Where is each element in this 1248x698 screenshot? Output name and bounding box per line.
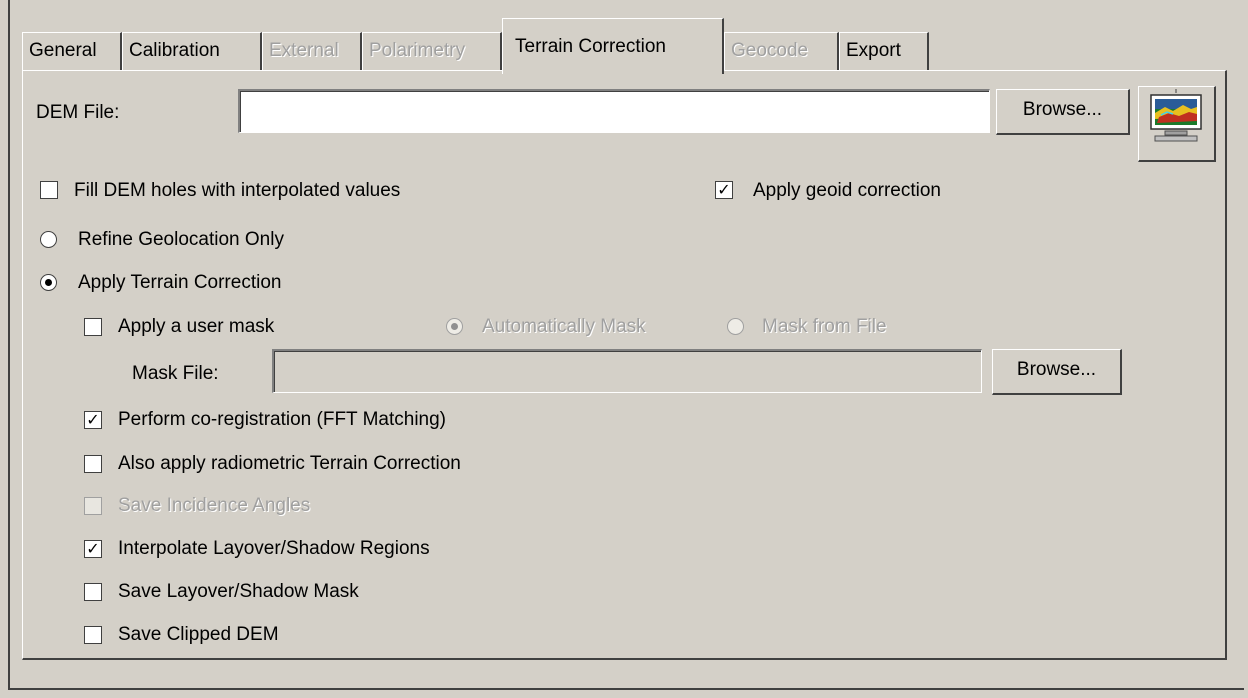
refine-geolocation-label: Refine Geolocation Only	[78, 229, 284, 250]
save-clipped-label: Save Clipped DEM	[118, 624, 279, 645]
incidence-label: Save Incidence Angles	[118, 495, 311, 516]
tab-general[interactable]: General	[22, 32, 122, 70]
dem-browse-button[interactable]: Browse...	[996, 89, 1130, 135]
radiometric-label: Also apply radiometric Terrain Correctio…	[118, 453, 461, 474]
save-layover-checkbox[interactable]	[84, 583, 102, 601]
mask-from-file-radio	[727, 318, 744, 335]
mask-from-file-label: Mask from File	[762, 316, 887, 337]
tab-external: External	[262, 32, 362, 70]
mask-file-label: Mask File:	[132, 363, 219, 384]
apply-terrain-radio[interactable]	[40, 274, 57, 291]
dem-file-input[interactable]	[238, 89, 990, 133]
user-mask-checkbox[interactable]	[84, 318, 102, 336]
user-mask-label: Apply a user mask	[118, 316, 275, 337]
save-clipped-checkbox[interactable]	[84, 626, 102, 644]
refine-geolocation-radio[interactable]	[40, 231, 57, 248]
tab-polarimetry: Polarimetry	[362, 32, 502, 70]
radiometric-checkbox[interactable]	[84, 455, 102, 473]
coregistration-label: Perform co-registration (FFT Matching)	[118, 409, 447, 430]
interpolate-layover-checkbox[interactable]: ✓	[84, 540, 102, 558]
apply-terrain-label: Apply Terrain Correction	[78, 272, 282, 293]
dem-preview-button[interactable]	[1138, 86, 1216, 162]
dem-image-icon	[1150, 89, 1202, 142]
tab-terrain-correction[interactable]: Terrain Correction	[502, 18, 724, 74]
fill-holes-label: Fill DEM holes with interpolated values	[74, 180, 401, 201]
incidence-checkbox	[84, 497, 102, 515]
tab-export[interactable]: Export	[839, 32, 929, 70]
mask-file-input	[272, 349, 982, 393]
radio-selected-dot	[451, 323, 458, 330]
interpolate-layover-label: Interpolate Layover/Shadow Regions	[118, 538, 430, 559]
tab-geocode: Geocode	[724, 32, 839, 70]
save-layover-label: Save Layover/Shadow Mask	[118, 581, 359, 602]
geoid-label: Apply geoid correction	[753, 180, 941, 201]
auto-mask-label: Automatically Mask	[482, 316, 646, 337]
mask-browse-button[interactable]: Browse...	[992, 349, 1122, 395]
dem-file-label: DEM File:	[36, 102, 120, 123]
geoid-checkbox[interactable]: ✓	[715, 181, 733, 199]
fill-holes-checkbox[interactable]	[40, 181, 58, 199]
auto-mask-radio	[446, 318, 463, 335]
tab-calibration[interactable]: Calibration	[122, 32, 262, 70]
radio-selected-dot	[45, 279, 52, 286]
coregistration-checkbox[interactable]: ✓	[84, 411, 102, 429]
